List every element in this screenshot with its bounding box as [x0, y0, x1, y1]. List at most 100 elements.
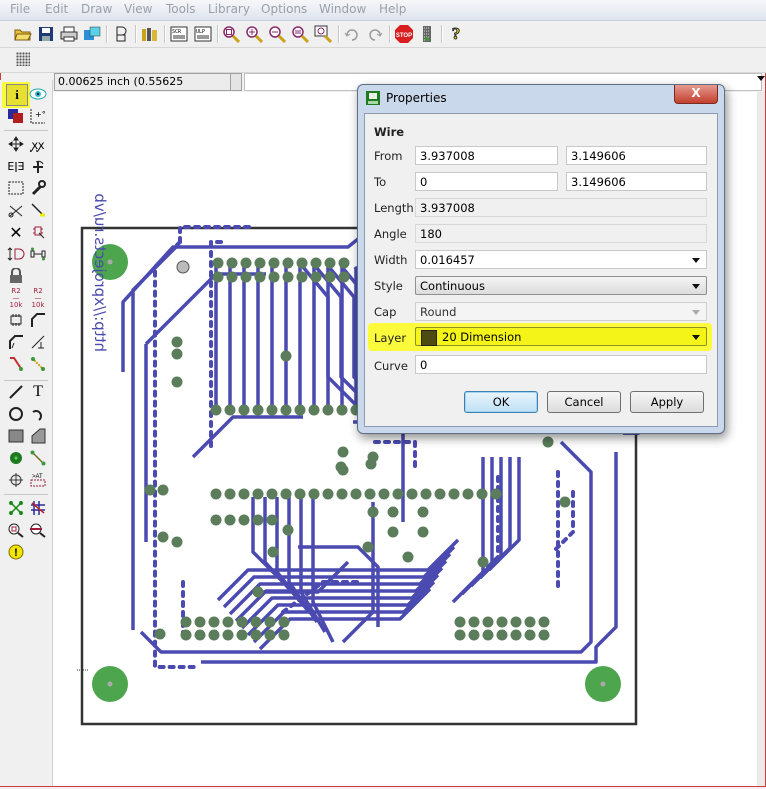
zoom-fit-icon[interactable]: [221, 24, 241, 44]
pad[interactable]: [238, 404, 250, 416]
pad[interactable]: [308, 404, 320, 416]
pad[interactable]: [194, 629, 206, 641]
pad[interactable]: [267, 546, 279, 558]
replace-tool-icon[interactable]: [6, 244, 26, 264]
menu-file[interactable]: File: [10, 2, 30, 16]
pad[interactable]: [280, 404, 292, 416]
stop-icon[interactable]: STOP: [394, 24, 414, 44]
drc-icon[interactable]: [417, 24, 437, 44]
pad[interactable]: [224, 514, 236, 526]
pad[interactable]: [194, 616, 206, 628]
delete-tool-icon[interactable]: ✕: [6, 222, 26, 242]
chevron-down-icon[interactable]: [692, 258, 700, 263]
pad[interactable]: [476, 488, 488, 500]
pad[interactable]: [240, 257, 252, 269]
grid-icon[interactable]: [16, 52, 30, 66]
cancel-button[interactable]: Cancel: [547, 391, 621, 413]
chevron-down-icon[interactable]: [692, 284, 700, 289]
optimize-tool-icon[interactable]: [28, 310, 48, 330]
pad[interactable]: [278, 629, 290, 641]
pad[interactable]: [338, 271, 350, 283]
pad[interactable]: [420, 488, 432, 500]
pad[interactable]: [448, 488, 460, 500]
pad[interactable]: [254, 257, 266, 269]
pad[interactable]: [387, 506, 399, 518]
pad[interactable]: [510, 629, 522, 641]
pad[interactable]: [538, 629, 550, 641]
dashed-trace[interactable]: [153, 240, 197, 669]
zoom-window-icon[interactable]: [313, 24, 333, 44]
pad[interactable]: [350, 488, 362, 500]
style-select[interactable]: Continuous: [415, 276, 707, 295]
pad[interactable]: [406, 488, 418, 500]
ratsnest-tool-icon[interactable]: [6, 498, 26, 518]
pad[interactable]: [171, 348, 183, 360]
pad[interactable]: [322, 404, 334, 416]
library-icon[interactable]: [140, 24, 160, 44]
erc-warning-icon[interactable]: !: [6, 542, 26, 562]
zoom-in-icon[interactable]: [244, 24, 264, 44]
pad[interactable]: [238, 488, 250, 500]
pad[interactable]: [180, 616, 192, 628]
open-icon[interactable]: [13, 24, 33, 44]
pad[interactable]: [496, 629, 508, 641]
pad[interactable]: [468, 616, 480, 628]
layer-select[interactable]: 20 Dimension: [415, 327, 707, 346]
redo-icon[interactable]: [365, 24, 385, 44]
signal-tool-icon[interactable]: [28, 448, 48, 468]
via-tool-icon[interactable]: [6, 448, 26, 468]
pad[interactable]: [417, 526, 429, 538]
pad[interactable]: [208, 616, 220, 628]
curve-field[interactable]: 0: [415, 355, 707, 374]
pad[interactable]: [296, 257, 308, 269]
hole-tool-icon[interactable]: [6, 470, 26, 490]
command-history-arrow-icon[interactable]: [757, 76, 765, 81]
pad[interactable]: [310, 271, 322, 283]
trace[interactable]: [353, 420, 405, 522]
to-y-field[interactable]: 3.149606: [566, 172, 707, 191]
pad[interactable]: [252, 488, 264, 500]
polygon-tool-icon[interactable]: [28, 426, 48, 446]
pad[interactable]: [266, 404, 278, 416]
script-icon[interactable]: SCR: [169, 24, 189, 44]
info-tool-icon[interactable]: i: [6, 84, 28, 106]
pad[interactable]: [364, 488, 376, 500]
pad[interactable]: [236, 629, 248, 641]
pinswap-tool-icon[interactable]: [28, 244, 48, 264]
pad[interactable]: [224, 404, 236, 416]
pad[interactable]: [282, 271, 294, 283]
add-tool-icon[interactable]: [28, 222, 48, 242]
pad[interactable]: [252, 404, 264, 416]
pad[interactable]: [266, 488, 278, 500]
smash-tool-icon[interactable]: [6, 310, 26, 330]
pad[interactable]: [238, 514, 250, 526]
attribute-tool-icon[interactable]: >AT: [28, 470, 48, 490]
pad[interactable]: [236, 616, 248, 628]
pad[interactable]: [392, 488, 404, 500]
lock-tool-icon[interactable]: [6, 266, 26, 286]
zoom-out-icon[interactable]: [267, 24, 287, 44]
pad[interactable]: [157, 484, 169, 496]
pad[interactable]: [144, 484, 156, 496]
pad[interactable]: [387, 526, 399, 538]
pad[interactable]: [252, 514, 264, 526]
mirror-tool-icon[interactable]: EǀƎ: [6, 156, 26, 176]
show-tool-icon[interactable]: [28, 84, 48, 104]
pad[interactable]: [268, 257, 280, 269]
pad[interactable]: [210, 404, 222, 416]
close-button[interactable]: X: [674, 85, 718, 104]
pad[interactable]: [282, 257, 294, 269]
split-tool-icon[interactable]: [6, 200, 26, 220]
copy-tool-icon[interactable]: ꭙꭙ: [28, 134, 48, 154]
fiducial[interactable]: [176, 260, 190, 274]
pad[interactable]: [171, 336, 183, 348]
pad[interactable]: [268, 271, 280, 283]
pad[interactable]: [322, 488, 334, 500]
line-tool-icon[interactable]: [6, 382, 26, 402]
apply-button[interactable]: Apply: [630, 391, 704, 413]
pad[interactable]: [336, 404, 348, 416]
ulp-icon[interactable]: ULP: [193, 24, 213, 44]
rect-tool-icon[interactable]: [6, 426, 26, 446]
pad[interactable]: [294, 404, 306, 416]
pad[interactable]: [468, 629, 480, 641]
